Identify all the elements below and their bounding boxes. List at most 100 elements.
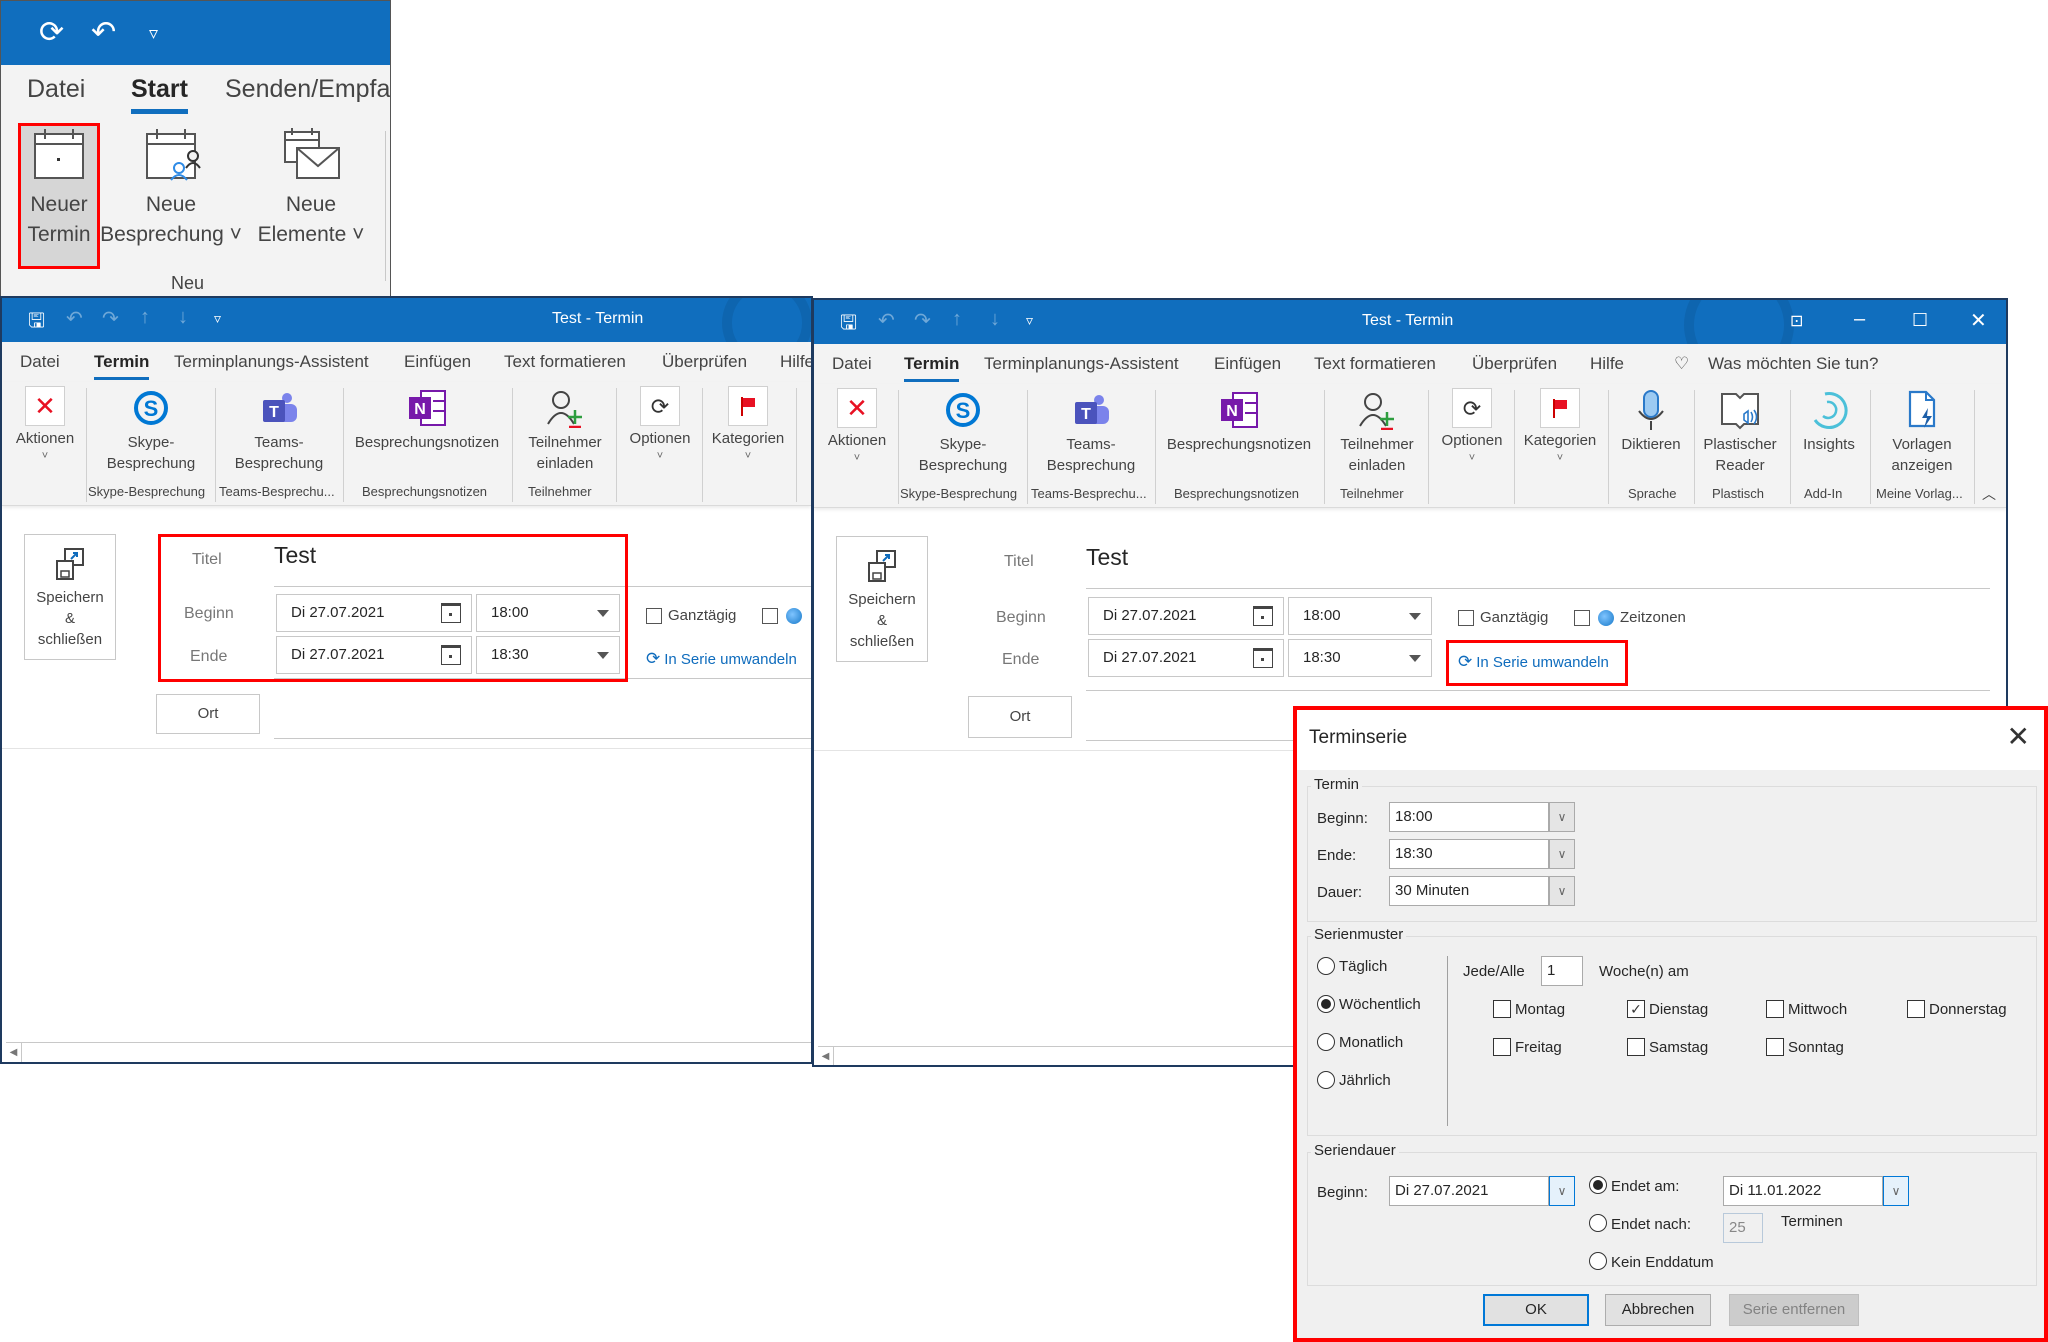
- horizontal-scrollbar[interactable]: ◀: [6, 1042, 811, 1062]
- options-button[interactable]: ⟳ Optionen ˅: [622, 386, 698, 463]
- previous-item-icon[interactable]: ↑: [140, 306, 150, 329]
- chevron-down-icon[interactable]: ∨: [1883, 1176, 1909, 1206]
- tab-senden-empfangen[interactable]: Senden/Empfa: [225, 75, 390, 104]
- convert-to-series-link[interactable]: ⟳ In Serie umwandeln: [1458, 652, 1609, 672]
- location-button[interactable]: Ort: [156, 694, 260, 734]
- tab-datei[interactable]: Datei: [27, 75, 85, 104]
- customize-qat-icon[interactable]: ▿: [214, 310, 221, 327]
- thursday-checkbox[interactable]: [1907, 1000, 1925, 1018]
- chevron-down-icon[interactable]: ∨: [1549, 876, 1575, 906]
- no-end-date-radio[interactable]: [1589, 1252, 1607, 1270]
- location-input[interactable]: [274, 738, 811, 739]
- start-date-field[interactable]: Di 27.07.2021: [1088, 597, 1284, 635]
- tab-terminplanungs-assistent[interactable]: Terminplanungs-Assistent: [984, 354, 1179, 374]
- all-day-checkbox[interactable]: [1458, 610, 1474, 626]
- options-button[interactable]: ⟳ Optionen ˅: [1434, 388, 1510, 465]
- teams-meeting-button[interactable]: T Teams- Besprechung: [1036, 388, 1146, 476]
- tell-me-search[interactable]: Was möchten Sie tun?: [1708, 354, 1878, 374]
- skype-meeting-button[interactable]: S Skype- Besprechung: [96, 386, 206, 474]
- dropdown-arrow-icon[interactable]: [597, 610, 609, 617]
- calendar-icon[interactable]: [1253, 606, 1273, 626]
- range-start-combo[interactable]: Di 27.07.2021 ∨: [1389, 1176, 1575, 1206]
- week-interval-input[interactable]: 1: [1541, 956, 1583, 986]
- appointment-end-combo[interactable]: 18:30 ∨: [1389, 839, 1575, 869]
- skype-meeting-button[interactable]: S Skype- Besprechung: [908, 388, 1018, 476]
- convert-to-series-link[interactable]: ⟳ In Serie umwandeln: [646, 649, 797, 669]
- save-close-button[interactable]: Speichern & schließen: [836, 536, 928, 662]
- actions-button[interactable]: ✕ Aktionen ˅: [824, 388, 890, 465]
- end-date-field[interactable]: Di 27.07.2021: [276, 636, 472, 674]
- undo-icon[interactable]: ↶: [91, 15, 116, 51]
- tab-hilfe[interactable]: Hilfe: [780, 352, 811, 372]
- meeting-notes-button[interactable]: N Besprechungsnotizen: [1164, 388, 1314, 455]
- appointment-start-combo[interactable]: 18:00 ∨: [1389, 802, 1575, 832]
- title-input[interactable]: Test: [274, 542, 316, 569]
- scroll-left-icon[interactable]: ◀: [818, 1047, 834, 1065]
- actions-button[interactable]: ✕ Aktionen ˅: [12, 386, 78, 463]
- scroll-left-icon[interactable]: ◀: [6, 1043, 22, 1062]
- end-by-radio[interactable]: [1589, 1176, 1607, 1194]
- chevron-down-icon[interactable]: ∨: [1549, 1176, 1575, 1206]
- end-time-field[interactable]: 18:30: [1288, 639, 1432, 677]
- tab-termin[interactable]: Termin: [904, 354, 960, 382]
- cancel-button[interactable]: Abbrechen: [1605, 1294, 1711, 1326]
- start-time-field[interactable]: 18:00: [1288, 597, 1432, 635]
- end-time-field[interactable]: 18:30: [476, 636, 620, 674]
- tab-ueberpruefen[interactable]: Überprüfen: [662, 352, 747, 372]
- sunday-checkbox[interactable]: [1766, 1038, 1784, 1056]
- new-meeting-button[interactable]: Neue Besprechung ˅: [97, 126, 245, 250]
- collapse-ribbon-icon[interactable]: ︿: [1982, 484, 1996, 504]
- ribbon-display-options-icon[interactable]: ⊡: [1790, 311, 1803, 331]
- tab-einfuegen[interactable]: Einfügen: [404, 352, 471, 372]
- undo-icon[interactable]: ↶: [878, 308, 895, 333]
- close-icon[interactable]: ✕: [2007, 720, 2030, 754]
- calendar-icon[interactable]: [441, 645, 461, 665]
- yearly-radio[interactable]: [1317, 1071, 1335, 1089]
- location-button[interactable]: Ort: [968, 696, 1072, 738]
- tab-hilfe[interactable]: Hilfe: [1590, 354, 1624, 374]
- tab-text-formatieren[interactable]: Text formatieren: [504, 352, 626, 372]
- save-close-button[interactable]: Speichern & schließen: [24, 534, 116, 660]
- saturday-checkbox[interactable]: [1627, 1038, 1645, 1056]
- tab-terminplanungs-assistent[interactable]: Terminplanungs-Assistent: [174, 352, 369, 372]
- daily-radio[interactable]: [1317, 957, 1335, 975]
- wednesday-checkbox[interactable]: [1766, 1000, 1784, 1018]
- tuesday-checkbox[interactable]: ✓: [1627, 1000, 1645, 1018]
- tab-start[interactable]: Start: [131, 75, 188, 114]
- next-item-icon[interactable]: ↓: [178, 306, 188, 329]
- previous-item-icon[interactable]: ↑: [952, 308, 962, 331]
- new-appointment-button[interactable]: Neuer Termin: [18, 123, 100, 269]
- customize-qat-icon[interactable]: ▿: [149, 15, 158, 51]
- remove-recurrence-button[interactable]: Serie entfernen: [1729, 1294, 1859, 1326]
- save-icon[interactable]: 🖫: [840, 308, 857, 342]
- calendar-icon[interactable]: [441, 603, 461, 623]
- duration-combo[interactable]: 30 Minuten ∨: [1389, 876, 1575, 906]
- customize-qat-icon[interactable]: ▿: [1026, 312, 1033, 329]
- occurrences-input[interactable]: 25: [1723, 1213, 1763, 1243]
- save-icon[interactable]: 🖫: [28, 306, 45, 340]
- timezones-checkbox[interactable]: [762, 608, 778, 624]
- categories-button[interactable]: Kategorien ˅: [1520, 388, 1600, 465]
- monthly-radio[interactable]: [1317, 1033, 1335, 1051]
- dictate-button[interactable]: Diktieren: [1614, 388, 1688, 455]
- invite-attendees-button[interactable]: Teilnehmer einladen: [520, 386, 610, 474]
- redo-icon[interactable]: ↷: [102, 306, 119, 331]
- minimize-icon[interactable]: –: [1854, 308, 1865, 331]
- chevron-down-icon[interactable]: ∨: [1549, 802, 1575, 832]
- ok-button[interactable]: OK: [1483, 1294, 1589, 1326]
- end-date-field[interactable]: Di 27.07.2021: [1088, 639, 1284, 677]
- weekly-radio[interactable]: [1317, 995, 1335, 1013]
- sync-icon[interactable]: ⟳: [39, 15, 64, 51]
- calendar-icon[interactable]: [1253, 648, 1273, 668]
- end-after-radio[interactable]: [1589, 1214, 1607, 1232]
- chevron-down-icon[interactable]: ∨: [1549, 839, 1575, 869]
- friday-checkbox[interactable]: [1493, 1038, 1511, 1056]
- start-date-field[interactable]: Di 27.07.2021: [276, 594, 472, 632]
- new-items-button[interactable]: Neue Elemente ˅: [251, 126, 371, 250]
- tab-text-formatieren[interactable]: Text formatieren: [1314, 354, 1436, 374]
- undo-icon[interactable]: ↶: [66, 306, 83, 331]
- teams-meeting-button[interactable]: T Teams- Besprechung: [224, 386, 334, 474]
- tab-datei[interactable]: Datei: [832, 354, 872, 374]
- start-time-field[interactable]: 18:00: [476, 594, 620, 632]
- maximize-icon[interactable]: ☐: [1912, 310, 1928, 331]
